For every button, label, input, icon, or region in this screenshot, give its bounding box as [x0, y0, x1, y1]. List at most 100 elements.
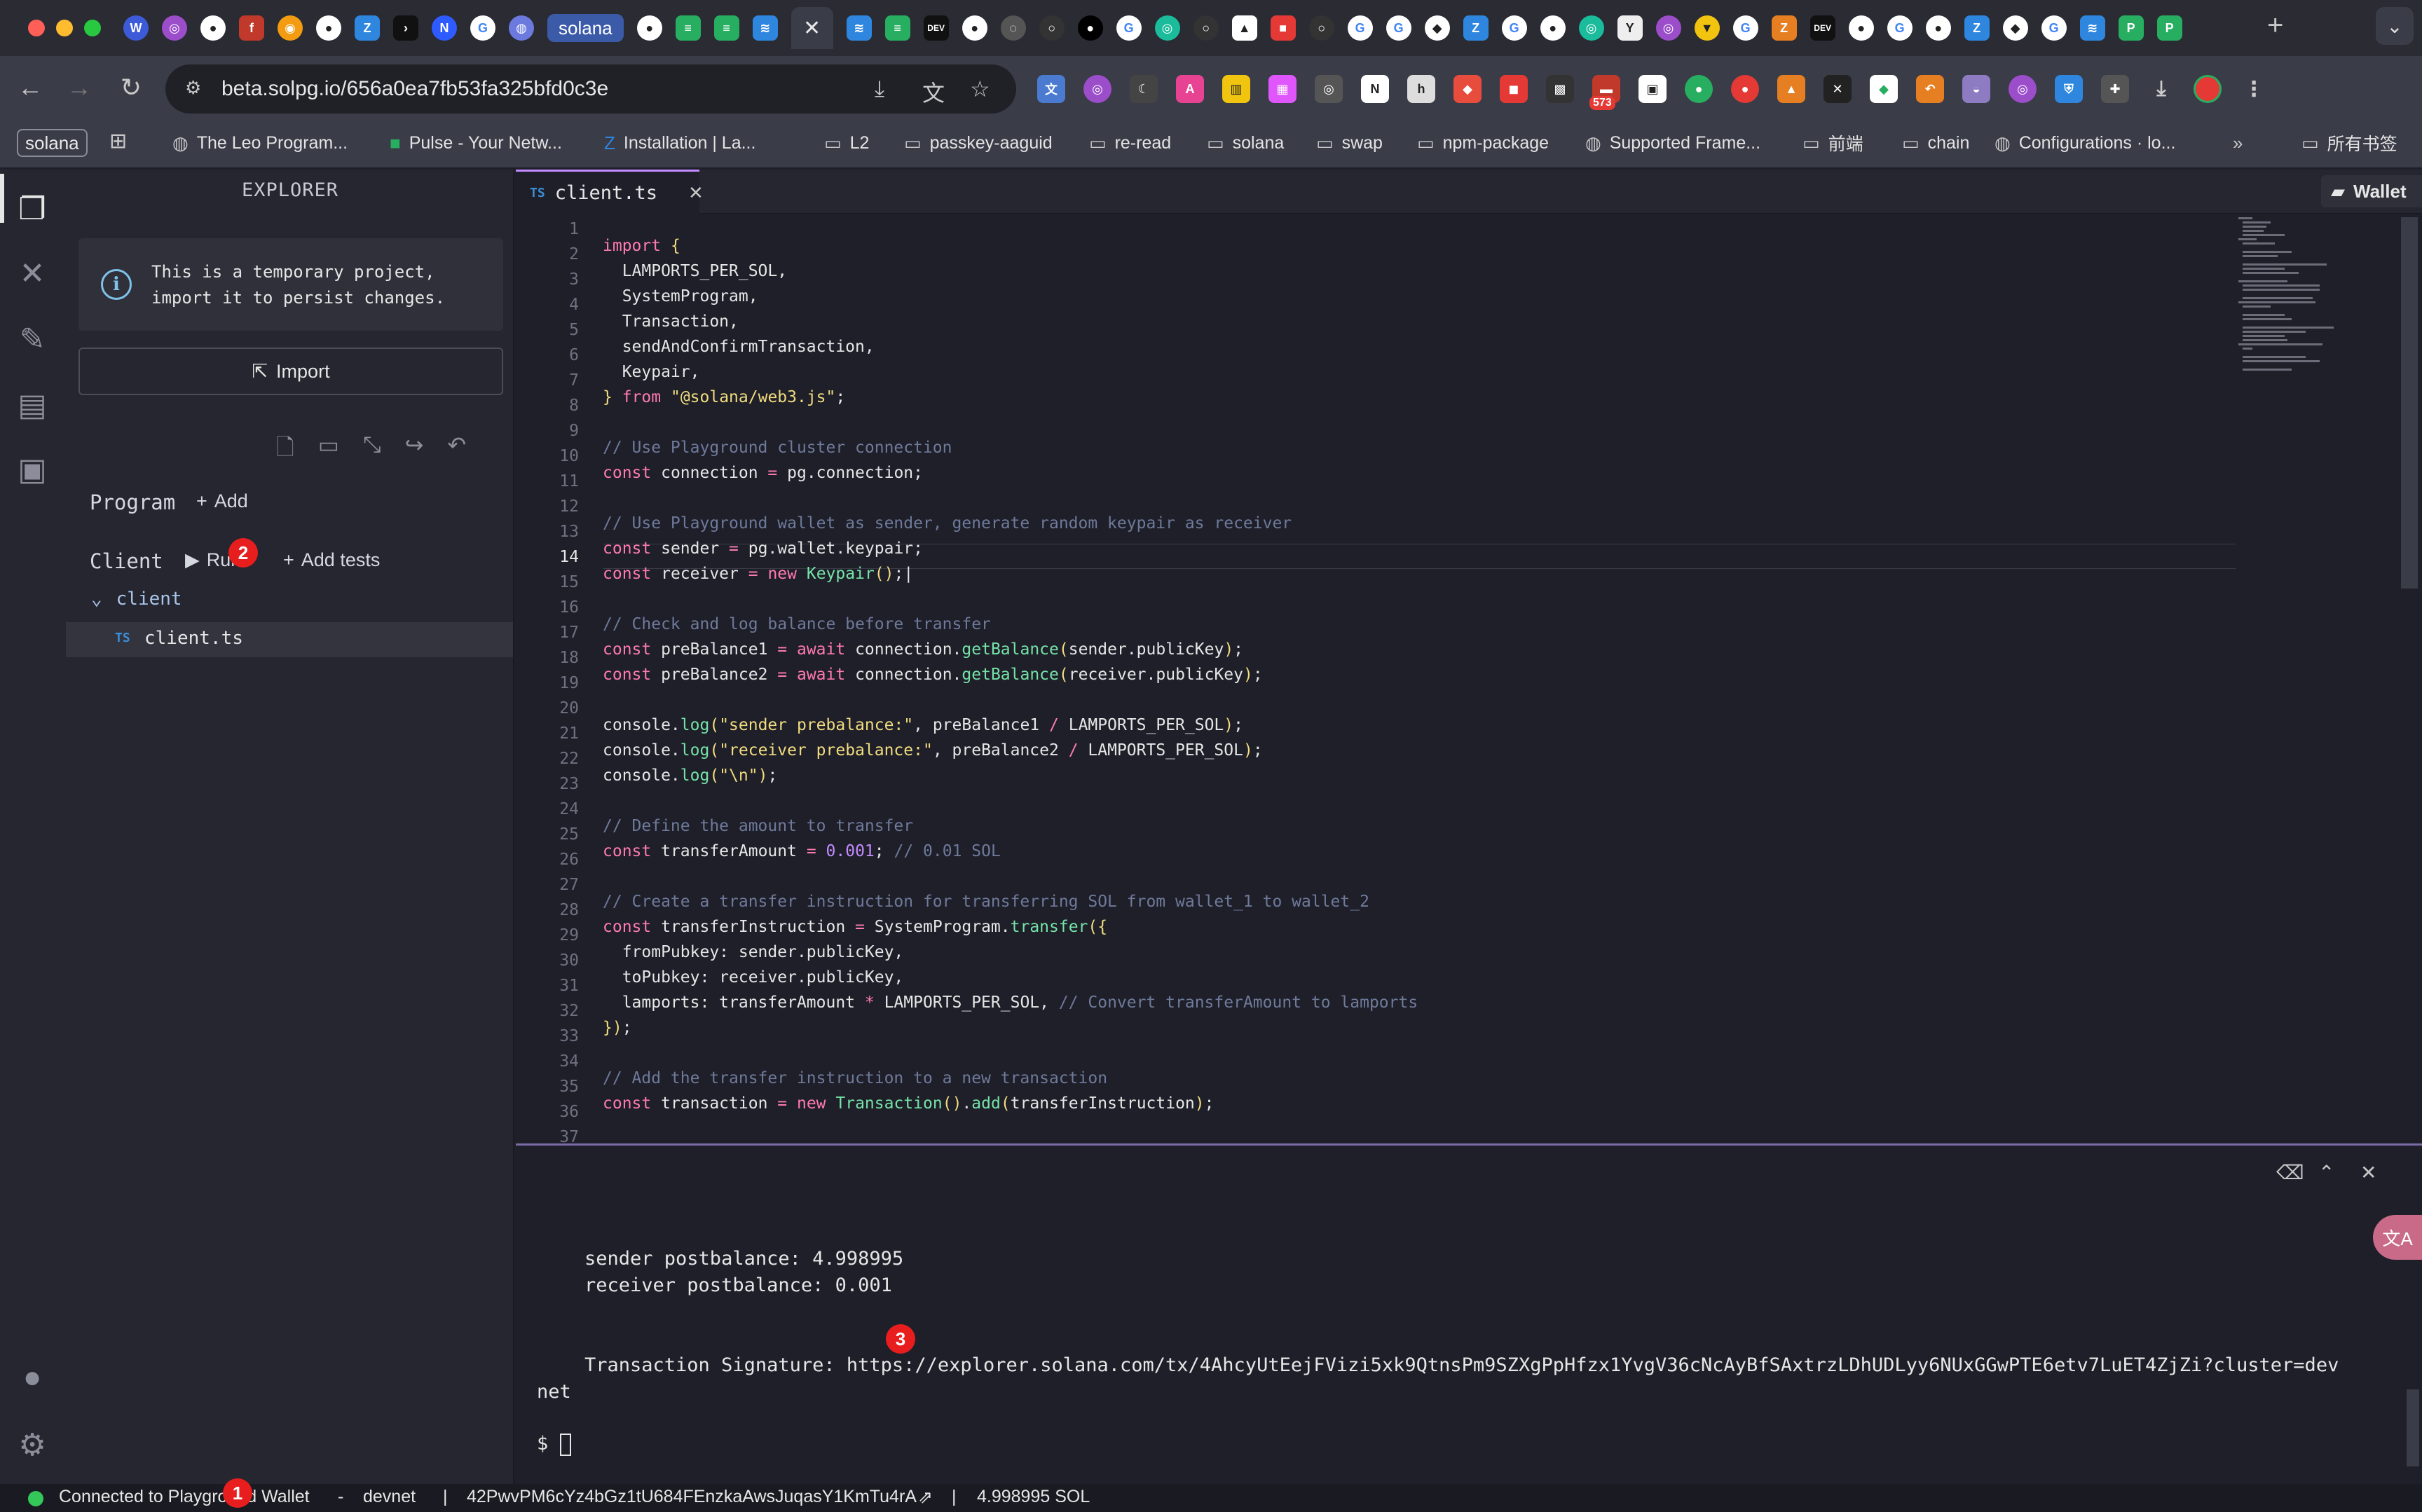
all-bookmarks-folder[interactable]: ▭ 所有书签: [2301, 129, 2397, 157]
github-icon[interactable]: ●: [1925, 15, 1951, 41]
google-icon[interactable]: G: [1887, 15, 1913, 41]
new-tab-button[interactable]: +: [2267, 10, 2283, 41]
google-icon[interactable]: G: [1386, 15, 1411, 41]
explorer-files-icon[interactable]: ❐: [11, 188, 53, 230]
bookmark-folder[interactable]: ▭ npm-package: [1417, 129, 1549, 157]
tab-favicon-teal[interactable]: ◎: [1578, 15, 1604, 41]
reset-icon[interactable]: ↶: [447, 432, 466, 469]
tab-favicon-circle[interactable]: ◍: [509, 15, 534, 41]
import-button[interactable]: ⇱ Import: [78, 348, 503, 395]
tab-favicon-z[interactable]: Z: [355, 15, 380, 41]
extension-translate-pink-icon[interactable]: A: [1176, 75, 1204, 103]
extension-qr-icon[interactable]: ▩: [1546, 75, 1574, 103]
tab-favicon-y[interactable]: Y: [1617, 15, 1643, 41]
tab-favicon-dev[interactable]: DEV: [923, 15, 949, 41]
extension-h-icon[interactable]: h: [1407, 75, 1435, 103]
extensions-puzzle-icon[interactable]: ✚: [2101, 75, 2129, 103]
extension-color-icon[interactable]: ▦: [1268, 75, 1296, 103]
profile-avatar[interactable]: [2194, 75, 2222, 103]
google-icon[interactable]: G: [1116, 15, 1142, 41]
tab-favicon-f[interactable]: f: [239, 15, 264, 41]
tab-favicon-orange[interactable]: Z: [1771, 15, 1797, 41]
browser-menu-icon[interactable]: ⋮: [2240, 75, 2268, 103]
tab-favicon-orange[interactable]: ◉: [278, 15, 303, 41]
tab-favicon-stack[interactable]: ≋: [2079, 15, 2105, 41]
extension-red-circle-icon[interactable]: ●: [1731, 75, 1759, 103]
extension-qr2-icon[interactable]: ▣: [1638, 75, 1667, 103]
bookmark-folder[interactable]: ▭ L2: [824, 129, 869, 157]
extension-purple-icon[interactable]: ◎: [1083, 75, 1111, 103]
google-icon[interactable]: G: [1501, 15, 1527, 41]
close-window-button[interactable]: [28, 20, 45, 36]
tab-favicon-w[interactable]: W: [123, 15, 149, 41]
translate-floating-icon[interactable]: 文A: [2373, 1215, 2422, 1260]
bookmark-item[interactable]: ◍ Configurations · lo...: [1995, 129, 2175, 157]
tab-favicon-chart[interactable]: ▲: [1231, 15, 1257, 41]
github-icon[interactable]: ●: [200, 15, 226, 41]
bookmark-item[interactable]: ■ Pulse - Your Netw...: [390, 129, 562, 157]
tree-folder-client[interactable]: ⌄ client: [91, 589, 182, 610]
collapse-folders-icon[interactable]: ⤡: [363, 432, 381, 469]
program-add-button[interactable]: + Add: [196, 490, 248, 512]
extension-bars-icon[interactable]: ▥: [1222, 75, 1250, 103]
google-icon[interactable]: G: [1732, 15, 1758, 41]
tab-favicon-z[interactable]: Z: [1964, 15, 1990, 41]
terminal-line[interactable]: Transaction Signature: https://explorer.…: [584, 1354, 2339, 1376]
tab-favicon-grey[interactable]: ◌: [1000, 15, 1026, 41]
active-tab-close-icon[interactable]: ✕: [791, 7, 833, 49]
google-icon[interactable]: G: [1347, 15, 1373, 41]
tab-solana[interactable]: solana: [547, 14, 624, 42]
code-editor[interactable]: 1 2 3 4 5 6 7 8 9 10 11 12 13 14 15 16 17 18 19 20 21 22 23 24 2…: [516, 214, 2422, 1143]
tab-favicon-teal[interactable]: ◎: [1154, 15, 1180, 41]
wallet-button[interactable]: ▰ Wallet: [2321, 175, 2422, 207]
tab-favicon-stack[interactable]: ≋: [846, 15, 872, 41]
close-terminal-icon[interactable]: ✕: [2360, 1161, 2376, 1184]
extension-n-icon[interactable]: N: [1361, 75, 1389, 103]
extension-shield-icon[interactable]: ⛨: [2055, 75, 2083, 103]
network-name[interactable]: devnet: [363, 1487, 416, 1507]
bookmark-item[interactable]: ◍ Supported Frame...: [1585, 129, 1760, 157]
extension-ghost-icon[interactable]: ◒: [1962, 75, 1990, 103]
tab-favicon-p[interactable]: P: [2156, 15, 2182, 41]
tab-favicon-leaf[interactable]: ◆: [2002, 15, 2028, 41]
google-icon[interactable]: G: [2041, 15, 2067, 41]
tab-favicon-terminal[interactable]: ›: [393, 15, 418, 41]
bookmark-folder[interactable]: ▭ solana: [1207, 129, 1284, 157]
tab-favicon-black[interactable]: ●: [1077, 15, 1103, 41]
tab-favicon-purple[interactable]: ◎: [162, 15, 187, 41]
tab-favicon-dark[interactable]: ○: [1193, 15, 1219, 41]
tab-favicon-dev[interactable]: DEV: [1809, 15, 1835, 41]
extension-glasses-icon[interactable]: ◎: [1315, 75, 1343, 103]
share-icon[interactable]: ↪: [405, 432, 424, 469]
extension-undo-icon[interactable]: ↶: [1916, 75, 1944, 103]
extension-cube-icon[interactable]: ◼: [1500, 75, 1528, 103]
tab-favicon-red[interactable]: ■: [1270, 15, 1296, 41]
translate-icon[interactable]: 文: [922, 76, 945, 108]
bookmark-folder[interactable]: ▭ re-read: [1089, 129, 1171, 157]
programs-monitor-icon[interactable]: ▣: [11, 448, 53, 490]
new-file-icon[interactable]: 🗋: [276, 432, 294, 469]
tab-favicon-p[interactable]: P: [2118, 15, 2144, 41]
tutorials-icon[interactable]: ▤: [11, 384, 53, 426]
tab-favicon-doc[interactable]: ≡: [675, 15, 701, 41]
extension-purple2-icon[interactable]: ◎: [2009, 75, 2037, 103]
extension-translate-icon[interactable]: 文: [1037, 75, 1065, 103]
tab-favicon-purple[interactable]: ◎: [1655, 15, 1681, 41]
github-icon[interactable]: ●: [1848, 15, 1874, 41]
bookmark-item[interactable]: ◍ The Leo Program...: [172, 129, 348, 157]
tab-favicon-doc[interactable]: ≡: [884, 15, 910, 41]
external-link-icon[interactable]: ⇗: [918, 1487, 933, 1508]
new-folder-icon[interactable]: ▭: [318, 432, 339, 469]
bookmark-folder[interactable]: ▭ swap: [1316, 129, 1383, 157]
github-icon[interactable]: ●: [962, 15, 987, 41]
downloads-icon[interactable]: ⤓: [2147, 75, 2175, 103]
extension-red-icon[interactable]: ◆: [1453, 75, 1482, 103]
github-icon[interactable]: ●: [316, 15, 341, 41]
clear-terminal-icon[interactable]: ⌫: [2276, 1161, 2304, 1184]
install-app-icon[interactable]: ⤓: [875, 76, 884, 102]
forward-arrow-icon[interactable]: →: [62, 70, 97, 105]
settings-gear-icon[interactable]: ⚙: [11, 1424, 53, 1466]
tree-file-client-ts[interactable]: TS client.ts: [66, 622, 513, 657]
github-icon[interactable]: ●: [1540, 15, 1566, 41]
github-icon[interactable]: ●: [636, 15, 662, 41]
